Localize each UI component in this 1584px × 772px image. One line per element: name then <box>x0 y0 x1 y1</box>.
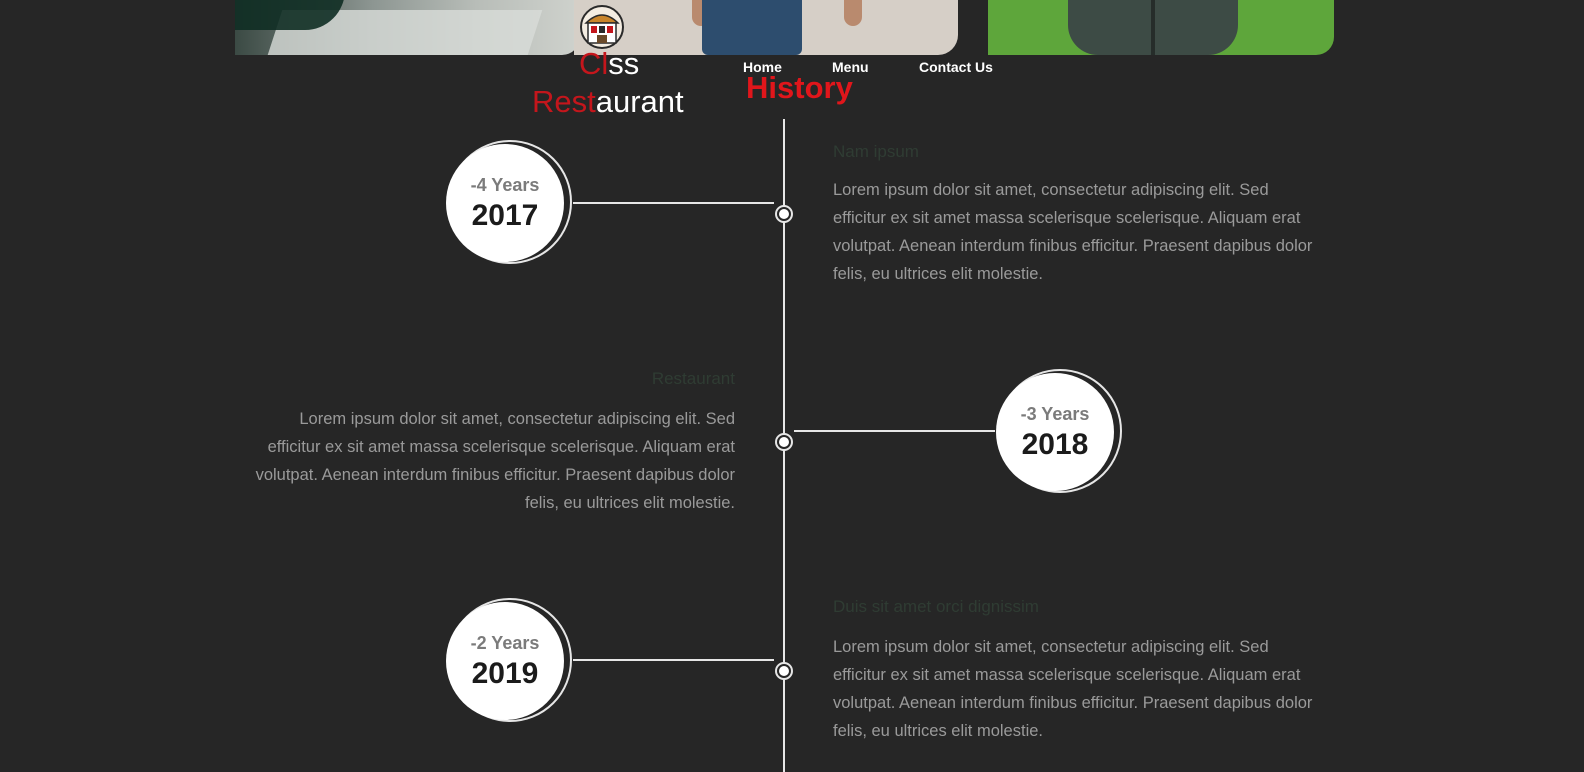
restaurant-logo-icon[interactable] <box>578 5 626 49</box>
brand-rest-2: aurant <box>595 84 684 119</box>
year-label: 2017 <box>471 198 539 232</box>
timeline-year-badge-2018: -3 Years 2018 <box>996 369 1124 495</box>
event-title: Nam ipsum <box>833 142 919 161</box>
timeline-year-badge-2017: -4 Years 2017 <box>446 140 574 266</box>
timeline-node <box>775 205 793 223</box>
timeline-connector <box>573 202 774 204</box>
timeline-year-badge-2019: -2 Years 2019 <box>446 598 574 724</box>
banner-photo-vest <box>988 0 1334 55</box>
event-title: Restaurant <box>651 369 735 388</box>
years-ago-label: -2 Years <box>470 632 540 653</box>
year-label: 2018 <box>1021 427 1089 461</box>
brand-name-line-2[interactable]: Restaurant <box>532 86 684 117</box>
brand-accent-2: Rest <box>532 84 596 119</box>
timeline-node <box>775 662 793 680</box>
event-description: Lorem ipsum dolor sit amet, consectetur … <box>833 181 1313 283</box>
event-description: Lorem ipsum dolor sit amet, consectetur … <box>255 410 735 512</box>
timeline-node <box>775 433 793 451</box>
banner-photo-drawing <box>235 0 580 55</box>
page-title: History <box>746 70 853 105</box>
nav-link-contact-us[interactable]: Contact Us <box>919 59 993 75</box>
timeline-connector <box>573 659 774 661</box>
timeline-connector <box>794 430 995 432</box>
brand-rest-1: ss <box>608 46 640 81</box>
year-label: 2019 <box>471 656 539 690</box>
years-ago-label: -4 Years <box>470 174 540 195</box>
brand-accent-1: Cl <box>579 46 609 81</box>
event-title: Duis sit amet orci dignissim <box>833 597 1039 616</box>
event-description: Lorem ipsum dolor sit amet, consectetur … <box>833 638 1313 740</box>
years-ago-label: -3 Years <box>1020 403 1090 424</box>
brand-name-line-1[interactable]: Clss <box>579 48 639 79</box>
